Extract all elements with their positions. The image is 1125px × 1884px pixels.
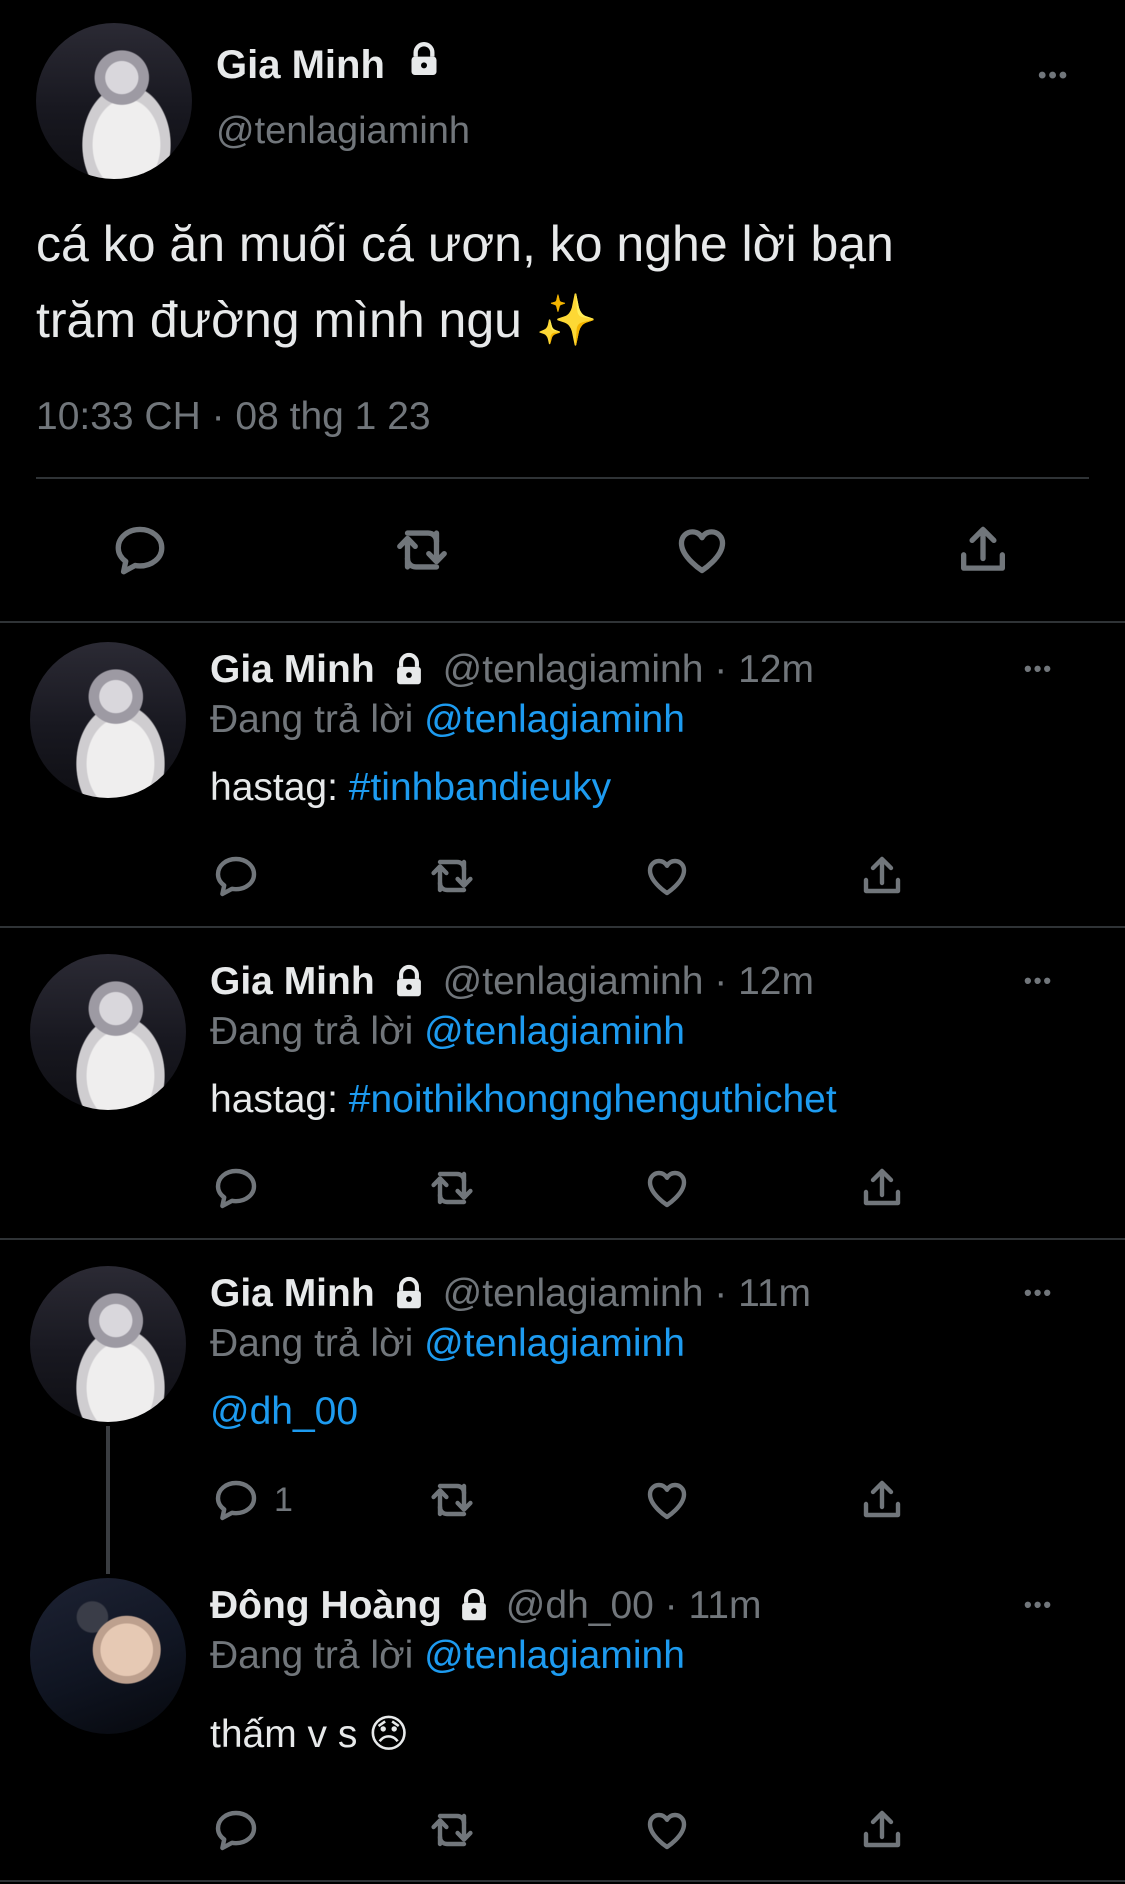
lock-icon	[461, 1588, 486, 1621]
hashtag-link[interactable]: #noithikhongnghenguthichet	[349, 1078, 837, 1121]
like-icon[interactable]	[672, 521, 732, 579]
reply-text: @dh_00	[210, 1390, 358, 1434]
more-icon[interactable]: •••	[1024, 1592, 1053, 1618]
reply-text-prefix: hastag:	[210, 1078, 349, 1121]
author-handle[interactable]: @dh_00 · 11m	[506, 1584, 762, 1628]
replying-to: Đang trả lời @tenlagiaminh	[210, 698, 685, 742]
author-name[interactable]: Gia Minh	[210, 960, 375, 1004]
reply-header: Đông Hoàng @dh_00 · 11m	[210, 1584, 761, 1628]
reply-action[interactable]: 1	[212, 1476, 293, 1524]
divider	[0, 621, 1125, 623]
reply-action-bar	[0, 1164, 1125, 1214]
divider	[0, 926, 1125, 928]
more-icon[interactable]: •••	[1024, 656, 1053, 682]
more-icon[interactable]: •••	[1024, 1280, 1053, 1306]
author-handle[interactable]: @tenlagiaminh · 11m	[443, 1272, 811, 1316]
share-icon[interactable]	[858, 1476, 906, 1524]
like-icon[interactable]	[642, 852, 692, 900]
retweet-icon[interactable]	[424, 852, 480, 900]
reply-action-bar: 1	[0, 1476, 1125, 1526]
reply-text: thấm v s 😞	[210, 1713, 409, 1756]
replying-handle-link[interactable]: @tenlagiaminh	[424, 1634, 685, 1677]
avatar[interactable]	[30, 642, 186, 798]
author-name[interactable]: Gia Minh	[210, 1272, 375, 1316]
reply-action-bar	[0, 852, 1125, 902]
lock-icon	[396, 1276, 421, 1309]
share-icon[interactable]	[858, 852, 906, 900]
hashtag-link[interactable]: #tinhbandieuky	[349, 766, 611, 809]
share-icon[interactable]	[858, 1806, 906, 1854]
replying-to: Đang trả lời @tenlagiaminh	[210, 1010, 685, 1054]
replying-label: Đang trả lời	[210, 1010, 414, 1053]
reply-icon[interactable]	[212, 1476, 260, 1524]
replying-handle-link[interactable]: @tenlagiaminh	[424, 1322, 685, 1365]
reply-icon[interactable]	[212, 1164, 260, 1212]
reply-action-bar	[0, 1806, 1125, 1856]
like-icon[interactable]	[642, 1164, 692, 1212]
reply-header: Gia Minh @tenlagiaminh · 11m	[210, 1272, 811, 1316]
author-row: Gia Minh	[216, 40, 445, 90]
author-name[interactable]: Gia Minh	[210, 648, 375, 692]
tweet-text-line: trăm đường mình ngu ✨	[36, 292, 599, 348]
author-name[interactable]: Gia Minh	[216, 43, 385, 88]
retweet-icon[interactable]	[389, 521, 455, 579]
replying-to: Đang trả lời @tenlagiaminh	[210, 1322, 685, 1366]
reply-header: Gia Minh @tenlagiaminh · 12m	[210, 960, 814, 1004]
main-action-bar	[0, 518, 1125, 578]
retweet-icon[interactable]	[424, 1806, 480, 1854]
divider	[36, 477, 1089, 479]
avatar[interactable]	[36, 23, 192, 179]
reply-icon[interactable]	[111, 521, 169, 579]
lock-icon	[403, 40, 445, 90]
replying-to: Đang trả lời @tenlagiaminh	[210, 1634, 685, 1678]
replying-label: Đang trả lời	[210, 1634, 414, 1677]
lock-icon	[396, 652, 421, 685]
author-name[interactable]: Đông Hoàng	[210, 1584, 442, 1628]
retweet-icon[interactable]	[424, 1164, 480, 1212]
divider	[0, 1880, 1125, 1882]
reply-icon[interactable]	[212, 852, 260, 900]
more-icon[interactable]: •••	[1038, 62, 1069, 90]
avatar[interactable]	[30, 1266, 186, 1422]
reply-icon[interactable]	[212, 1806, 260, 1854]
author-handle[interactable]: @tenlagiaminh	[216, 110, 470, 153]
like-icon[interactable]	[642, 1476, 692, 1524]
tweet-text-line: cá ko ăn muối cá ươn, ko nghe lời bạn	[36, 216, 894, 272]
replying-label: Đang trả lời	[210, 1322, 414, 1365]
divider	[0, 1238, 1125, 1240]
share-icon[interactable]	[858, 1164, 906, 1212]
replying-label: Đang trả lời	[210, 698, 414, 741]
more-icon[interactable]: •••	[1024, 968, 1053, 994]
avatar[interactable]	[30, 954, 186, 1110]
replying-handle-link[interactable]: @tenlagiaminh	[424, 698, 685, 741]
reply-text: hastag: #noithikhongnghenguthichet	[210, 1078, 837, 1122]
reply-text: hastag: #tinhbandieuky	[210, 766, 611, 810]
replying-handle-link[interactable]: @tenlagiaminh	[424, 1010, 685, 1053]
reply-text-prefix: hastag:	[210, 766, 349, 809]
share-icon[interactable]	[954, 521, 1012, 579]
reply-count: 1	[274, 1480, 293, 1519]
retweet-icon[interactable]	[424, 1476, 480, 1524]
like-icon[interactable]	[642, 1806, 692, 1854]
author-handle[interactable]: @tenlagiaminh · 12m	[443, 960, 814, 1004]
tweet-text: cá ko ăn muối cá ươn, ko nghe lời bạn tr…	[36, 206, 894, 358]
mention-link[interactable]: @dh_00	[210, 1390, 358, 1433]
author-handle[interactable]: @tenlagiaminh · 12m	[443, 648, 814, 692]
reply-header: Gia Minh @tenlagiaminh · 12m	[210, 648, 814, 692]
avatar[interactable]	[30, 1578, 186, 1734]
lock-icon	[396, 964, 421, 997]
tweet-timestamp: 10:33 CH · 08 thg 1 23	[36, 395, 431, 438]
